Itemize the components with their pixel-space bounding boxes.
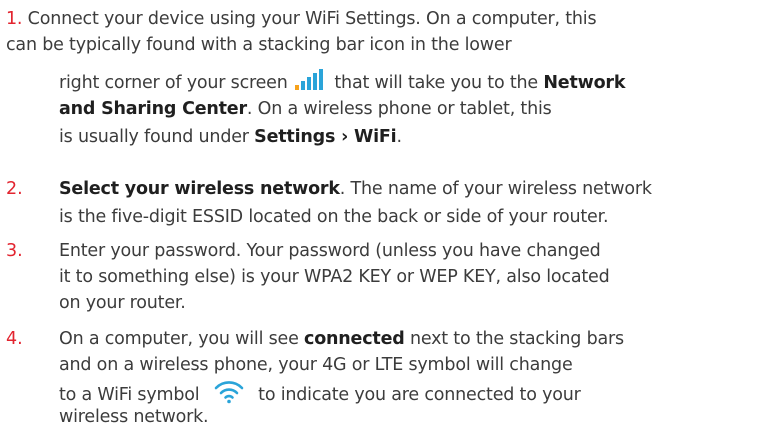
step4-line2: and on a wireless phone, your 4G or LTE … [59, 352, 573, 378]
step1-text-1: Connect your device using your WiFi Sett… [27, 9, 597, 29]
select-network-bold: Select your wireless network [59, 179, 340, 199]
step1-line5: is usually found under Settings › WiFi. [59, 124, 402, 150]
wifi-icon [213, 378, 245, 412]
step2-text-2: is the five-digit ESSID located on the b… [59, 207, 609, 227]
step1-text-3a: right corner of your screen [59, 73, 288, 93]
step1-text-4b: . On a wireless phone or tablet, this [246, 99, 552, 119]
step1-text-5b: . [396, 127, 402, 147]
step4-line1: On a computer, you will see connected ne… [59, 326, 624, 352]
step3-number: 3. [6, 241, 23, 261]
step1-text-3b: that will take you to the [334, 73, 538, 93]
step2-text-1b: . The name of your wireless network [339, 179, 652, 199]
step4-text-1b: next to the stacking bars [409, 329, 624, 349]
step4-text-2: and on a wireless phone, your 4G or LTE … [59, 355, 573, 375]
step1-line4: and Sharing Center. On a wireless phone … [59, 96, 552, 122]
step4-line4: wireless network. [59, 404, 209, 430]
step3-text-2: it to something else) is your WPA2 KEY o… [59, 267, 610, 287]
step3-line2: it to something else) is your WPA2 KEY o… [59, 264, 610, 290]
step1-number: 1. [6, 9, 23, 29]
step4-text-4: wireless network. [59, 407, 209, 427]
step1-line2: can be typically found with a stacking b… [6, 32, 512, 58]
step3-text-1: Enter your password. Your password (unle… [59, 241, 601, 261]
step3-text-3: on your router. [59, 293, 186, 313]
step4-text-3a: to a WiFi symbol [59, 385, 200, 405]
step2-line1: Select your wireless network. The name o… [59, 176, 652, 202]
sharing-center-bold: and Sharing Center [59, 99, 247, 119]
step2-number: 2. [6, 179, 23, 199]
step3-line3: on your router. [59, 290, 186, 316]
connected-bold: connected [304, 329, 405, 349]
step1-line1: 1. Connect your device using your WiFi S… [6, 6, 597, 32]
step2-line2: is the five-digit ESSID located on the b… [59, 204, 609, 230]
step3-line1: Enter your password. Your password (unle… [59, 238, 601, 264]
step4-text-3b: to indicate you are connected to your [258, 385, 581, 405]
step4-number: 4. [6, 329, 23, 349]
network-bold: Network [543, 73, 626, 93]
settings-wifi-bold: Settings › WiFi [254, 127, 397, 147]
step4-text-1a: On a computer, you will see [59, 329, 299, 349]
step1-text-5a: is usually found under [59, 127, 249, 147]
step1-text-2: can be typically found with a stacking b… [6, 35, 512, 55]
